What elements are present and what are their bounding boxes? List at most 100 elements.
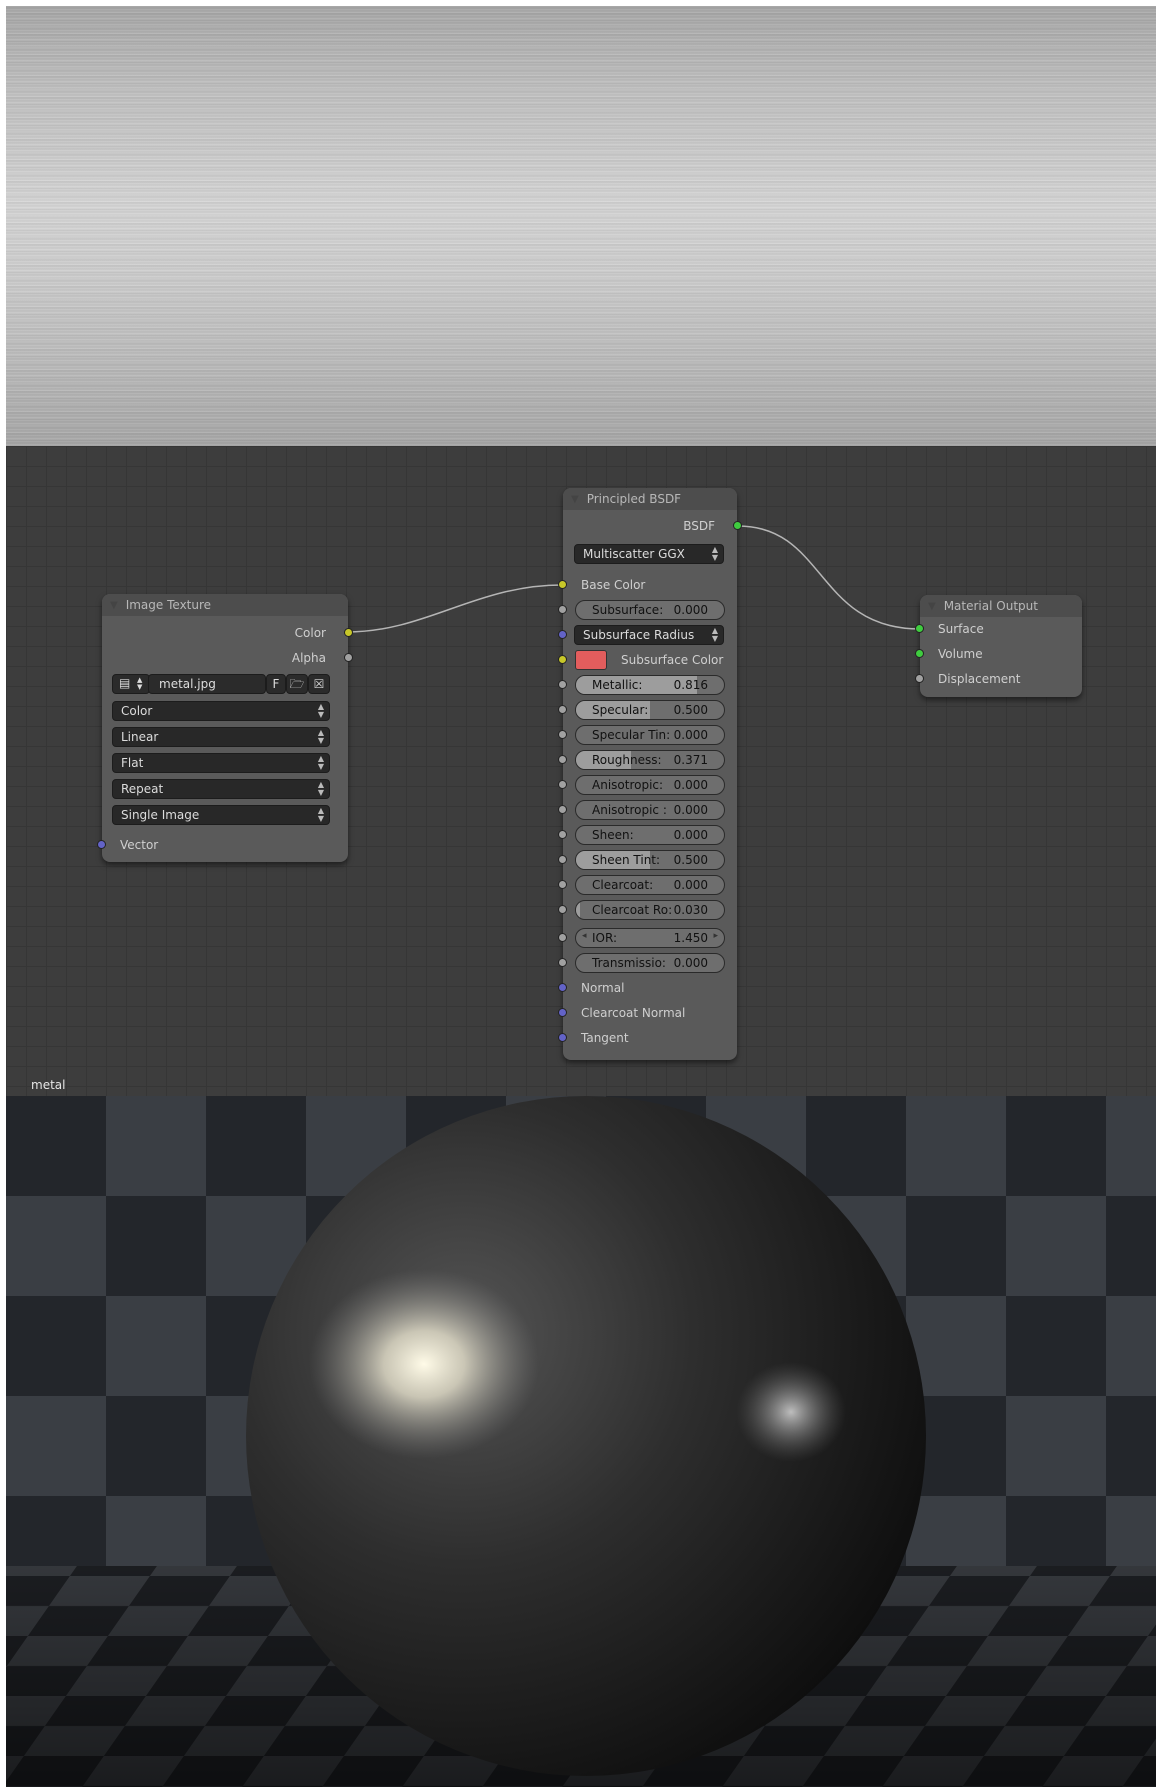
ior-value: 1.450 (673, 931, 708, 945)
specular-tint-label: Specular Tin: (592, 728, 671, 742)
input-socket-subsurface-color[interactable] (558, 655, 567, 664)
input-socket-sheen[interactable] (558, 830, 567, 839)
output-socket-color[interactable] (344, 628, 353, 637)
input-socket-clearcoat[interactable] (558, 880, 567, 889)
material-output-header[interactable]: ▼ Material Output (920, 595, 1082, 617)
output-socket-bsdf[interactable] (733, 521, 742, 530)
sheen-row: Sheen: 0.000 (558, 824, 737, 846)
subsurface-color-swatch[interactable] (575, 650, 607, 670)
browse-arrows-icon: ▲ ▼ (137, 676, 143, 691)
sheen-value: 0.000 (673, 828, 708, 842)
metallic-label: Metallic: (592, 678, 643, 692)
output-label-color: Color (294, 626, 326, 640)
slider-row-metallic: Metallic: 0.816 (558, 674, 737, 696)
clearcoat-roughness-slider[interactable]: Clearcoat Ro: 0.030 (575, 900, 725, 920)
material-name-label: metal (31, 1078, 66, 1092)
sphere-highlight-main (309, 1269, 539, 1459)
distribution-dropdown[interactable]: Multiscatter GGX ▲ ▼ (574, 544, 724, 564)
sheen-tint-value: 0.500 (673, 853, 708, 867)
input-socket-subsurface-radius[interactable] (558, 630, 567, 639)
anisotropic-rotation-slider[interactable]: Anisotropic : 0.000 (575, 800, 725, 820)
specular-tint-slider[interactable]: Specular Tin: 0.000 (575, 725, 725, 745)
roughness-slider[interactable]: Roughness: 0.371 (575, 750, 725, 770)
image-texture-header[interactable]: ▼ Image Texture (102, 594, 348, 616)
fake-user-button[interactable]: F (266, 674, 286, 694)
dropdown-arrows-icon: ▲ ▼ (317, 780, 324, 797)
interpolation-dropdown[interactable]: Linear ▲ ▼ (112, 727, 330, 747)
sheen-tint-slider[interactable]: Sheen Tint: 0.500 (575, 850, 725, 870)
input-surface-row: Surface (915, 618, 1082, 640)
principled-bsdf-node[interactable]: ▼ Principled BSDF BSDF Multiscatter GGX … (558, 488, 742, 1060)
input-socket-subsurface[interactable] (558, 605, 567, 614)
metallic-row: Metallic: 0.816 (558, 674, 737, 696)
node-editor[interactable]: ▼ Image Texture Color Alpha ▤ ▲ ▼ metal.j… (6, 446, 1156, 1096)
transmission-slider[interactable]: Transmissio: 0.000 (575, 953, 725, 973)
principled-header[interactable]: ▼ Principled BSDF (563, 488, 737, 510)
image-texture-node[interactable]: ▼ Image Texture Color Alpha ▤ ▲ ▼ metal.j… (97, 594, 353, 862)
unlink-image-button[interactable]: ☒ (308, 674, 330, 694)
extension-dropdown[interactable]: Repeat ▲ ▼ (112, 779, 330, 799)
ior-label: IOR: (592, 931, 617, 945)
input-socket-tangent[interactable] (558, 1033, 567, 1042)
clearcoat-slider[interactable]: Clearcoat: 0.000 (575, 875, 725, 895)
sphere-highlight-secondary (736, 1362, 846, 1462)
input-socket-anisotropic-rotation[interactable] (558, 805, 567, 814)
anisotropic-slider[interactable]: Anisotropic: 0.000 (575, 775, 725, 795)
image-filename-field[interactable]: metal.jpg (148, 674, 266, 694)
input-tangent-row: Tangent (558, 1027, 737, 1049)
clearcoat-roughness-label: Clearcoat Ro: (592, 903, 673, 917)
specular-label: Specular: (592, 703, 649, 717)
link-bsdf-to-surface (737, 525, 921, 630)
input-socket-clearcoat-normal[interactable] (558, 1008, 567, 1017)
specular-slider[interactable]: Specular: 0.500 (575, 700, 725, 720)
input-clearcoat-normal-row: Clearcoat Normal (558, 1002, 737, 1024)
subsurface-slider[interactable]: Subsurface: 0.000 (575, 600, 725, 620)
ior-field[interactable]: ◂ IOR: 1.450 ▸ (575, 928, 725, 948)
slider-row-sheen: Sheen: 0.000 (558, 824, 737, 846)
input-socket-roughness[interactable] (558, 755, 567, 764)
input-socket-metallic[interactable] (558, 680, 567, 689)
anisotropic-value: 0.000 (673, 778, 708, 792)
input-label-surface: Surface (938, 622, 984, 636)
input-socket-base-color[interactable] (558, 580, 567, 589)
input-socket-anisotropic[interactable] (558, 780, 567, 789)
input-socket-vector[interactable] (97, 840, 106, 849)
open-image-button[interactable]: 🗁 (286, 674, 308, 694)
metallic-slider[interactable]: Metallic: 0.816 (575, 675, 725, 695)
input-socket-specular[interactable] (558, 705, 567, 714)
input-displacement-row: Displacement (915, 668, 1082, 690)
slider-row-roughness: Roughness: 0.371 (558, 749, 737, 771)
input-socket-sheen-tint[interactable] (558, 855, 567, 864)
input-socket-displacement[interactable] (915, 674, 924, 683)
specular-tint-row: Specular Tin: 0.000 (558, 724, 737, 746)
projection-dropdown[interactable]: Flat ▲ ▼ (112, 753, 330, 773)
output-alpha-row: Alpha (102, 647, 353, 669)
input-socket-normal[interactable] (558, 983, 567, 992)
input-base-color-row: Base Color (558, 574, 737, 596)
color-space-dropdown[interactable]: Color ▲ ▼ (112, 701, 330, 721)
dropdown-arrows-icon: ▲ ▼ (317, 806, 324, 823)
increment-arrow-icon[interactable]: ▸ (713, 931, 718, 941)
output-socket-alpha[interactable] (344, 653, 353, 662)
collapse-triangle-icon[interactable]: ▼ (928, 601, 936, 612)
collapse-triangle-icon[interactable]: ▼ (110, 600, 118, 611)
dropdown-arrows-icon: ▲ ▼ (711, 545, 718, 562)
input-label-clearcoat-normal: Clearcoat Normal (581, 1006, 686, 1020)
decrement-arrow-icon[interactable]: ◂ (582, 931, 587, 941)
material-output-node[interactable]: ▼ Material Output Surface Volume Displac… (915, 595, 1082, 697)
specular-value: 0.500 (673, 703, 708, 717)
subsurface-row: Subsurface: 0.000 (558, 599, 737, 621)
input-socket-clearcoat-roughness[interactable] (558, 905, 567, 914)
sheen-slider[interactable]: Sheen: 0.000 (575, 825, 725, 845)
slider-row-specular: Specular: 0.500 (558, 699, 737, 721)
input-socket-transmission[interactable] (558, 958, 567, 967)
source-dropdown[interactable]: Single Image ▲ ▼ (112, 805, 330, 825)
image-browse-button[interactable]: ▤ ▲ ▼ (112, 674, 150, 694)
input-socket-ior[interactable] (558, 933, 567, 942)
input-socket-specular-tint[interactable] (558, 730, 567, 739)
subsurface-method-dropdown[interactable]: Subsurface Radius ▲ ▼ (574, 625, 724, 645)
input-socket-surface[interactable] (915, 624, 924, 633)
collapse-triangle-icon[interactable]: ▼ (571, 494, 579, 505)
input-socket-volume[interactable] (915, 649, 924, 658)
input-volume-row: Volume (915, 643, 1082, 665)
